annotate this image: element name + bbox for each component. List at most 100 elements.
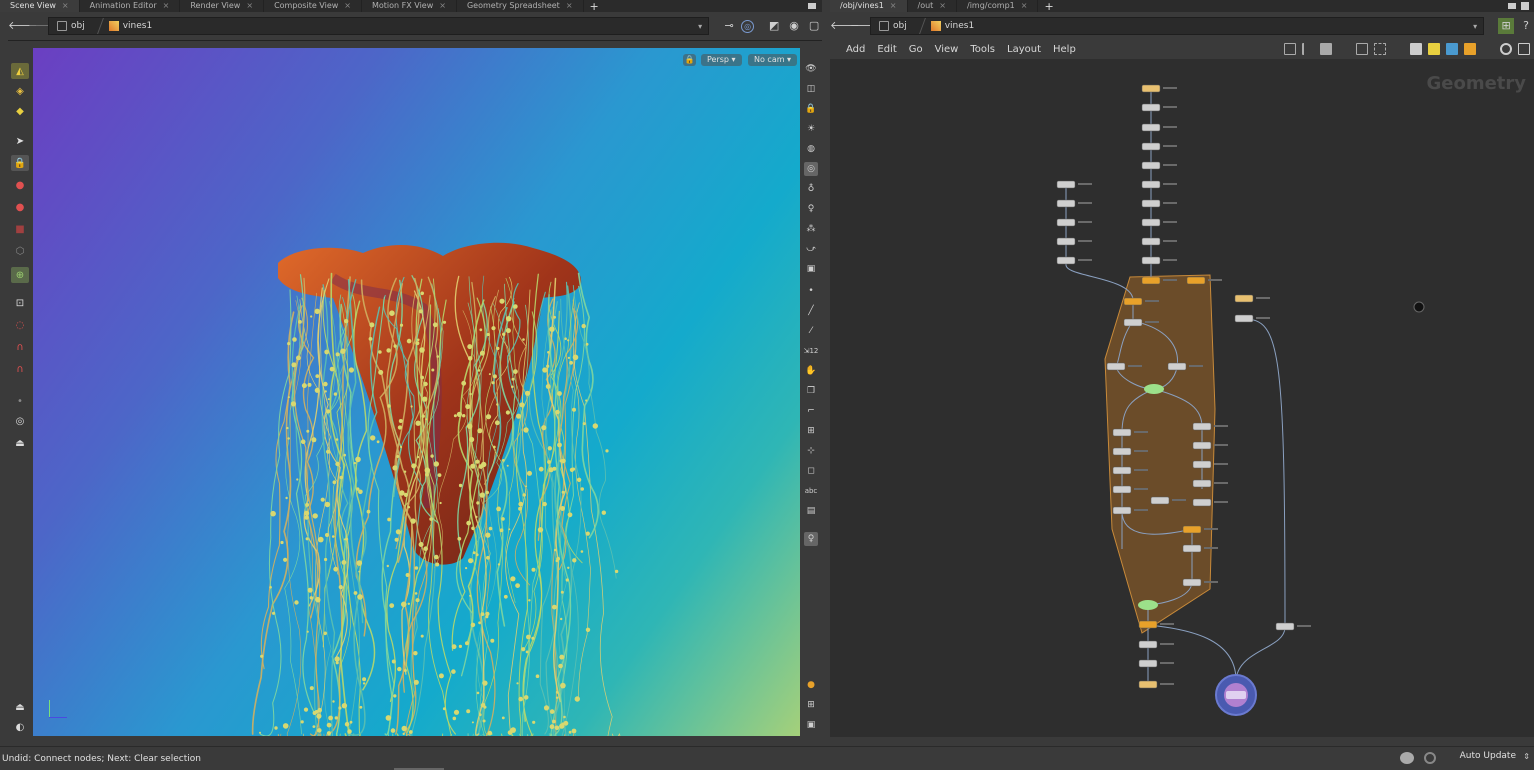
- chevron-down-icon[interactable]: ▾: [698, 22, 702, 31]
- pin-icon[interactable]: ⊸: [721, 18, 737, 34]
- maximize-icon[interactable]: [1521, 2, 1529, 10]
- network-node[interactable]: [1106, 362, 1126, 371]
- network-node[interactable]: [1192, 498, 1212, 507]
- network-node[interactable]: [1192, 422, 1212, 431]
- network-node[interactable]: [1141, 161, 1161, 170]
- menu-edit[interactable]: Edit: [871, 44, 902, 55]
- image-icon[interactable]: [1410, 43, 1422, 55]
- network-node[interactable]: [1141, 84, 1161, 93]
- close-icon[interactable]: ×: [1021, 0, 1028, 12]
- tab-motion-fx-view[interactable]: Motion FX View ×: [362, 0, 457, 12]
- network-node[interactable]: [1138, 640, 1158, 649]
- render-icon[interactable]: ⏏: [11, 699, 29, 715]
- network-node[interactable]: [1112, 428, 1132, 437]
- menu-go[interactable]: Go: [903, 44, 929, 55]
- merge-node[interactable]: [1138, 600, 1158, 610]
- tree-icon[interactable]: [1302, 43, 1314, 55]
- select-arrow-icon[interactable]: ➤: [11, 133, 29, 149]
- normals-icon[interactable]: ⤻: [804, 242, 818, 256]
- menu-add[interactable]: Add: [830, 44, 871, 55]
- crop-icon[interactable]: ⊡: [11, 295, 29, 311]
- light-link-icon[interactable]: ♀: [804, 532, 818, 546]
- rotate-icon[interactable]: ●: [11, 199, 29, 215]
- grid-icon[interactable]: ⊞: [804, 424, 818, 438]
- 3d-viewport[interactable]: 🔒 Persp ▾ No cam ▾: [33, 48, 800, 736]
- maximize-icon[interactable]: [1518, 43, 1530, 55]
- list-icon[interactable]: [1320, 43, 1332, 55]
- breadcrumb-vines1[interactable]: vines1: [923, 18, 982, 34]
- network-node[interactable]: [1192, 479, 1212, 488]
- network-node[interactable]: [1138, 680, 1158, 689]
- layout-icon[interactable]: [1374, 43, 1386, 55]
- chevron-updown-icon[interactable]: ⇕: [1523, 752, 1530, 761]
- menu-help[interactable]: Help: [1047, 44, 1082, 55]
- numbers-icon[interactable]: ⇲12: [804, 344, 819, 358]
- network-node[interactable]: [1186, 276, 1206, 285]
- tab-animation-editor[interactable]: Animation Editor ×: [80, 0, 181, 12]
- search-icon[interactable]: [1500, 43, 1512, 55]
- wireframe-icon[interactable]: ◎: [804, 162, 818, 176]
- network-node[interactable]: [1167, 362, 1187, 371]
- network-node[interactable]: [1141, 180, 1161, 189]
- network-node[interactable]: [1141, 276, 1161, 285]
- add-tab-button[interactable]: +: [1038, 0, 1059, 13]
- close-icon[interactable]: ×: [62, 0, 69, 12]
- back-arrow-icon[interactable]: 🡐: [8, 18, 38, 34]
- menu-view[interactable]: View: [929, 44, 965, 55]
- network-node[interactable]: [1138, 620, 1158, 629]
- context-help-icon[interactable]: ◎: [741, 19, 755, 33]
- ghost-icon[interactable]: ♁: [804, 182, 818, 196]
- link-icon[interactable]: ⊞: [1498, 18, 1515, 34]
- viewport-layout-icon[interactable]: ▢: [806, 18, 822, 34]
- network-node[interactable]: [1141, 142, 1161, 151]
- brush-tool-icon[interactable]: ◈: [11, 83, 29, 99]
- square-icon[interactable]: ◻: [804, 464, 818, 478]
- view-tool-icon[interactable]: ⊕: [11, 267, 29, 283]
- hand-icon[interactable]: ✋: [804, 364, 818, 378]
- add-tab-button[interactable]: +: [584, 0, 605, 13]
- lasso-icon[interactable]: ◌: [11, 317, 29, 333]
- bbox-icon[interactable]: ⌐: [804, 404, 818, 418]
- breadcrumb-obj[interactable]: obj: [49, 18, 93, 34]
- menu-layout[interactable]: Layout: [1001, 44, 1047, 55]
- background-image-icon[interactable]: [1446, 43, 1458, 55]
- network-node[interactable]: [1112, 506, 1132, 515]
- display-mode-icon[interactable]: ◫: [804, 82, 818, 96]
- tab-img-comp1[interactable]: /img/comp1 ×: [957, 0, 1039, 12]
- network-node[interactable]: [1141, 123, 1161, 132]
- edge-icon[interactable]: ╱: [804, 304, 818, 318]
- viewport-lock-icon[interactable]: 🔒: [683, 54, 696, 66]
- camera-view-dropdown[interactable]: Persp ▾: [701, 54, 742, 66]
- pane-splitter[interactable]: [822, 12, 830, 742]
- tab-render-view[interactable]: Render View ×: [180, 0, 265, 12]
- forward-arrow-icon[interactable]: 🡒: [28, 18, 58, 34]
- auto-update-dropdown[interactable]: Auto Update: [1460, 751, 1516, 761]
- display-icon[interactable]: ◐: [11, 719, 29, 735]
- wrench-icon[interactable]: [1284, 43, 1296, 55]
- close-icon[interactable]: ×: [890, 0, 897, 12]
- chat-icon[interactable]: [1400, 752, 1414, 764]
- forward-arrow-icon[interactable]: 🡒: [850, 18, 880, 34]
- back-arrow-icon[interactable]: 🡐: [830, 18, 860, 34]
- dot-icon[interactable]: •: [11, 393, 29, 409]
- background-icon[interactable]: ▤: [804, 504, 818, 518]
- tab-composite-view[interactable]: Composite View ×: [264, 0, 362, 12]
- pane-menu-icon[interactable]: [808, 3, 816, 9]
- camera-dropdown[interactable]: No cam ▾: [748, 54, 798, 66]
- menu-tools[interactable]: Tools: [964, 44, 1001, 55]
- point-display-icon[interactable]: ⁂: [804, 222, 818, 236]
- magnet-icon[interactable]: ∩: [11, 339, 29, 355]
- quad-view-icon[interactable]: ⊞: [804, 698, 818, 712]
- network-node[interactable]: [1056, 199, 1076, 208]
- network-node[interactable]: [1141, 103, 1161, 112]
- help-icon[interactable]: ?: [1518, 18, 1534, 34]
- light-bulb-icon[interactable]: ♀: [804, 202, 818, 216]
- network-box-icon[interactable]: [1464, 43, 1476, 55]
- uv-icon[interactable]: ▣: [804, 262, 818, 276]
- close-icon[interactable]: ×: [344, 0, 351, 12]
- display-options-icon[interactable]: ◩: [766, 18, 782, 34]
- screenshot-icon[interactable]: ▣: [804, 718, 818, 732]
- refresh-icon[interactable]: [1424, 752, 1436, 764]
- close-icon[interactable]: ×: [246, 0, 253, 12]
- network-node[interactable]: [1138, 659, 1158, 668]
